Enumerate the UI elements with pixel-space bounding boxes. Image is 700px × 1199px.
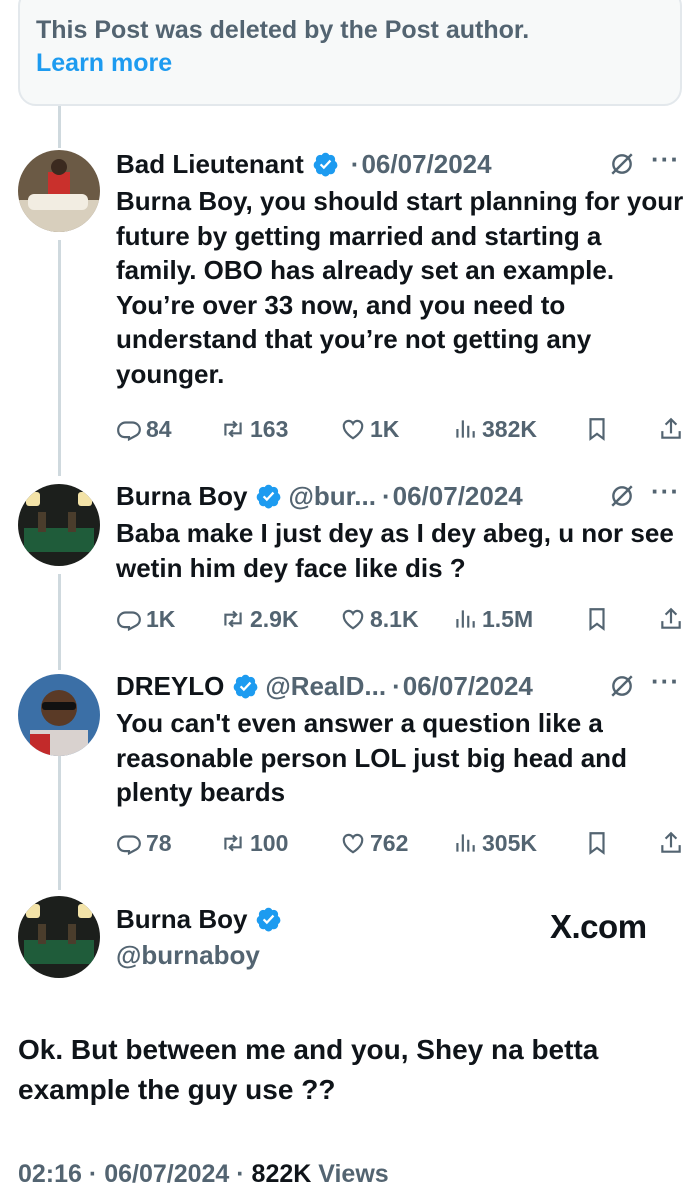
bookmark-icon	[589, 418, 605, 441]
heart-icon	[342, 833, 364, 854]
repost-button[interactable]: 163	[220, 416, 340, 443]
post-date[interactable]: 06/07/2024	[393, 481, 523, 512]
author-handle[interactable]: @RealD...	[265, 671, 386, 702]
learn-more-link[interactable]: Learn more	[36, 47, 664, 80]
reply-button[interactable]: 1K	[116, 606, 220, 633]
views-button[interactable]: 1.5M	[452, 606, 584, 633]
separator: ·	[381, 480, 391, 511]
views-count: 382K	[482, 415, 537, 442]
verified-badge-icon	[313, 152, 338, 176]
reply-button[interactable]: 84	[116, 416, 220, 443]
views-count: 1.5M	[482, 605, 534, 632]
reply-count: 84	[146, 415, 172, 442]
x-com-watermark: X.com	[550, 908, 647, 945]
action-bar: 84 163 1K 382K	[116, 412, 684, 446]
post-date[interactable]: 06/07/2024	[403, 671, 533, 702]
separator: ·	[392, 670, 401, 701]
more-icon[interactable]: ···	[651, 146, 680, 172]
share-icon	[661, 417, 681, 439]
main-author-handle[interactable]: @burnaboy	[116, 940, 260, 971]
views-button[interactable]: 305K	[452, 830, 584, 857]
bookmark-icon	[589, 608, 605, 631]
bookmark-button[interactable]	[584, 416, 654, 442]
separator: ·	[88, 1160, 98, 1188]
repost-icon	[224, 834, 242, 852]
avatar[interactable]	[18, 484, 100, 566]
verified-badge-icon	[257, 907, 281, 932]
bookmark-button[interactable]	[584, 606, 654, 632]
separator: ·	[236, 1160, 245, 1188]
main-author-name[interactable]: Burna Boy	[116, 904, 247, 935]
verified-badge-icon	[257, 484, 281, 508]
author-name[interactable]: Bad Lieutenant	[116, 149, 304, 180]
verified-badge-icon	[234, 674, 258, 698]
thread-line	[58, 740, 61, 890]
post-views-count[interactable]: 822K	[252, 1160, 312, 1188]
reply-button[interactable]: 78	[116, 830, 220, 857]
thread-line	[58, 240, 61, 476]
bookmark-button[interactable]	[584, 830, 654, 856]
views-chart-icon	[456, 420, 475, 438]
post-text: You can't even answer a question like a …	[116, 708, 627, 807]
repost-button[interactable]: 2.9K	[220, 606, 340, 633]
main-post-text: Ok. But between me and you, Shey na bett…	[18, 1034, 599, 1105]
post-time[interactable]: 02:16	[18, 1160, 82, 1188]
post-text: Burna Boy, you should start planning for…	[116, 186, 684, 389]
heart-icon	[342, 419, 364, 440]
like-count: 762	[370, 829, 409, 856]
reply-icon	[117, 421, 141, 442]
deleted-post-text: This Post was deleted by the Post author…	[36, 16, 530, 44]
grok-icon[interactable]	[609, 673, 635, 699]
views-chart-icon	[456, 834, 475, 852]
like-count: 1K	[370, 415, 400, 442]
reply-count: 78	[146, 829, 172, 856]
repost-count: 2.9K	[250, 605, 299, 632]
post-text: Baba make I just dey as I dey abeg, u no…	[116, 518, 674, 583]
share-icon	[661, 607, 681, 629]
avatar[interactable]	[18, 674, 100, 756]
grok-icon[interactable]	[609, 483, 635, 509]
post-date[interactable]: 06/07/2024	[361, 149, 491, 180]
share-button[interactable]	[658, 606, 684, 632]
like-button[interactable]: 1K	[340, 416, 452, 443]
post-meta: 02:16 · 06/07/2024 · 822K Views	[18, 1160, 389, 1189]
separator: ·	[350, 148, 360, 179]
reply-icon	[117, 835, 141, 856]
share-icon	[661, 831, 681, 853]
like-count: 8.1K	[370, 605, 419, 632]
views-count: 305K	[482, 829, 537, 856]
repost-count: 100	[250, 829, 289, 856]
repost-count: 163	[250, 415, 289, 442]
thread-line	[58, 106, 61, 148]
views-chart-icon	[456, 610, 475, 628]
like-button[interactable]: 762	[340, 830, 452, 857]
views-button[interactable]: 382K	[452, 416, 584, 443]
thread-line	[58, 574, 61, 670]
more-icon[interactable]: ···	[651, 478, 680, 504]
more-icon[interactable]: ···	[651, 668, 680, 694]
repost-icon	[224, 420, 242, 438]
repost-icon	[224, 610, 242, 628]
deleted-post-notice: This Post was deleted by the Post author…	[18, 0, 682, 106]
action-bar: 78 100 762 305K	[116, 826, 684, 860]
main-post-author[interactable]: Burna Boy	[116, 904, 288, 935]
reply-icon	[117, 611, 141, 632]
main-post-avatar[interactable]	[18, 896, 100, 978]
heart-icon	[342, 609, 364, 630]
author-name[interactable]: DREYLO	[116, 671, 224, 702]
post-views-label: Views	[318, 1160, 389, 1188]
share-button[interactable]	[658, 416, 684, 442]
avatar[interactable]	[18, 150, 100, 232]
reply-count: 1K	[146, 605, 176, 632]
post-date[interactable]: 06/07/2024	[104, 1160, 229, 1188]
author-handle[interactable]: @bur...	[288, 481, 375, 512]
action-bar: 1K 2.9K 8.1K 1.5M	[116, 602, 684, 636]
like-button[interactable]: 8.1K	[340, 606, 452, 633]
grok-icon[interactable]	[609, 151, 635, 177]
author-name[interactable]: Burna Boy	[116, 481, 247, 512]
bookmark-icon	[589, 832, 605, 855]
repost-button[interactable]: 100	[220, 830, 340, 857]
share-button[interactable]	[658, 830, 684, 856]
